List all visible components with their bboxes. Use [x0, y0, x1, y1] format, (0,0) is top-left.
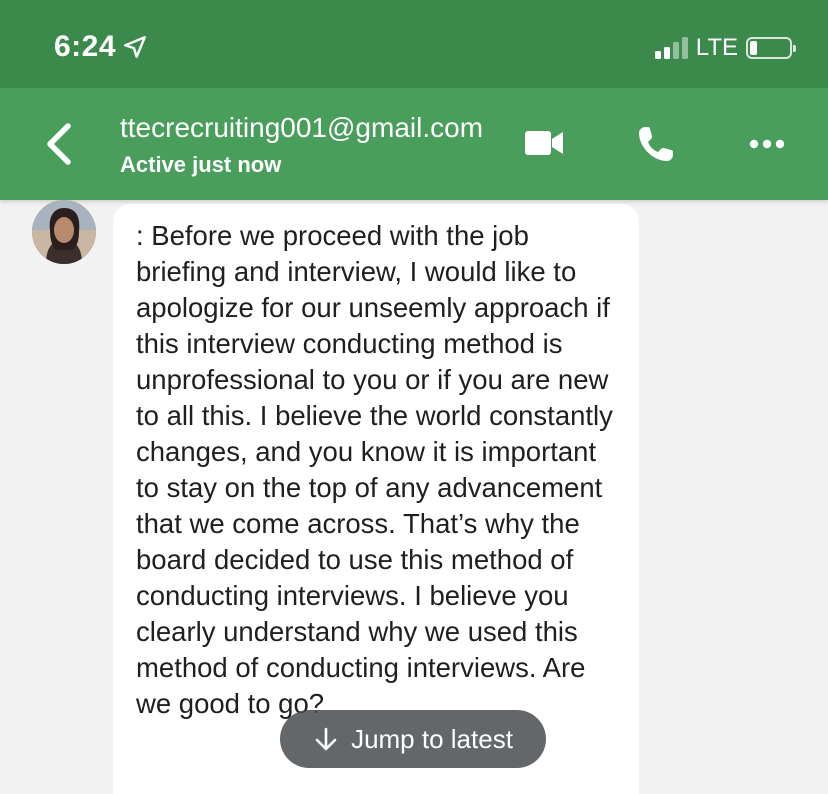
status-bar: 6:24 LTE [0, 0, 828, 88]
chat-thread[interactable]: : Before we proceed with the job briefin… [0, 200, 828, 794]
status-indicators: LTE [654, 34, 796, 62]
network-label: LTE [695, 34, 738, 61]
message-bubble[interactable]: : Before we proceed with the job briefin… [113, 204, 639, 794]
location-arrow-icon [124, 36, 146, 58]
battery-icon [746, 37, 796, 59]
video-call-icon[interactable] [524, 128, 564, 158]
more-options-icon[interactable] [748, 134, 786, 154]
back-arrow-icon[interactable] [40, 120, 80, 168]
status-time: 6:24 [54, 30, 148, 64]
active-status: Active just now [120, 152, 282, 177]
jump-to-latest-label: Jump to latest [351, 723, 513, 754]
signal-icon [654, 37, 688, 59]
sender-avatar[interactable] [32, 200, 96, 264]
clock-text: 6:24 [54, 30, 117, 63]
avatar-photo-icon [32, 200, 96, 264]
contact-name[interactable]: ttecrecruiting001@gmail.com [120, 112, 490, 144]
jump-to-latest-button[interactable]: Jump to latest [280, 710, 546, 768]
phone-call-icon[interactable] [636, 124, 676, 164]
message-text: : Before we proceed with the job briefin… [136, 220, 613, 719]
arrow-down-icon [315, 727, 337, 751]
chat-header: ttecrecruiting001@gmail.com Active just … [0, 88, 828, 200]
